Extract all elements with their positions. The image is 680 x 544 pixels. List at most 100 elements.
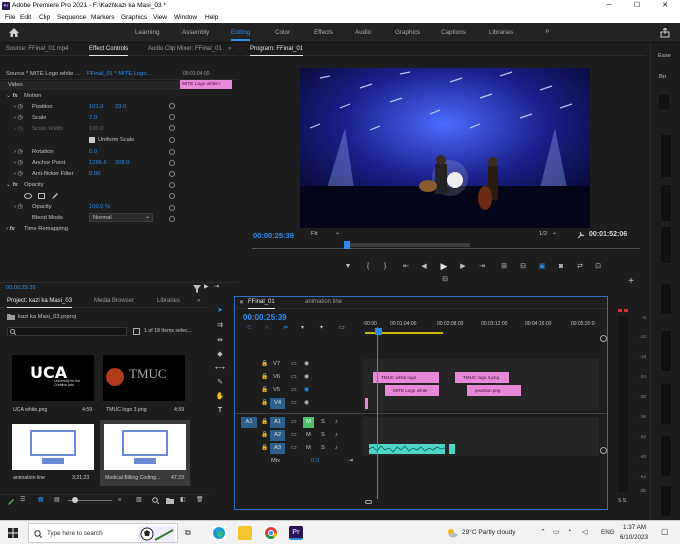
pen-tool-icon[interactable]: ✎ — [215, 378, 225, 388]
filter-icon[interactable] — [193, 285, 201, 293]
lock-icon[interactable]: 🔒 — [261, 387, 268, 393]
opacity-value[interactable]: 100.0 % — [89, 204, 110, 210]
workspace-color[interactable]: Color — [275, 29, 290, 36]
weather-text[interactable]: 29°C Partly cloudy — [462, 529, 516, 536]
tab-animation-line[interactable]: animation line — [305, 299, 342, 305]
blend-mode-select[interactable]: Normal ⌄ — [89, 213, 153, 222]
tab-media-browser[interactable]: Media Browser — [94, 298, 134, 304]
mark-out-icon[interactable]: } — [380, 262, 390, 272]
slider-thumb[interactable] — [72, 497, 78, 503]
new-search-bin-icon[interactable] — [133, 328, 140, 335]
horizontal-scrollbar[interactable] — [365, 499, 595, 504]
rotation-value[interactable]: 0.0 — [89, 149, 97, 155]
stopwatch-icon[interactable]: › ◷ — [14, 160, 23, 166]
solo-button[interactable]: S — [321, 419, 325, 425]
add-marker-icon[interactable]: ▼ — [343, 262, 353, 272]
tray-chevron-icon[interactable]: ⌃ — [540, 528, 546, 536]
essential-graphics-tab[interactable]: Esse — [658, 53, 671, 59]
reset-icon[interactable] — [169, 125, 175, 131]
insert-nest-icon[interactable]: ⊂ — [247, 325, 252, 331]
taskbar-search-box[interactable]: Type here to search — [28, 523, 178, 543]
lock-icon[interactable]: 🔒 — [261, 374, 268, 380]
workspace-effects[interactable]: Effects — [314, 29, 333, 36]
tab-source[interactable]: Source: FFinal_01.mp4 — [6, 46, 68, 52]
eye-icon[interactable]: ◉ — [304, 400, 309, 406]
lock-icon[interactable]: 🔒 — [261, 419, 268, 425]
home-icon[interactable] — [9, 28, 19, 37]
resolution-dropdown[interactable]: 1/2 ⌄ — [537, 230, 561, 239]
workspace-libraries[interactable]: Libraries — [489, 29, 513, 36]
pencil-icon[interactable] — [8, 498, 15, 505]
sync-lock-icon[interactable]: ▭ — [291, 400, 296, 406]
ripple-edit-tool-icon[interactable]: ⇹ — [215, 336, 225, 346]
reset-icon[interactable] — [169, 171, 175, 177]
timeline-timecode[interactable]: 00:00:25:39 — [243, 313, 287, 322]
new-bin-icon[interactable] — [166, 497, 174, 504]
go-to-out-icon[interactable]: ⇥ — [477, 262, 487, 272]
project-search-input[interactable] — [7, 327, 127, 336]
timeline-clip-small[interactable] — [365, 398, 368, 409]
project-item-thumbnail[interactable] — [104, 424, 186, 470]
tab-ffinal[interactable]: FFinal_01 — [248, 299, 275, 309]
eye-icon[interactable]: ◉ — [304, 374, 309, 380]
snap-icon[interactable]: ∩ — [265, 325, 269, 331]
uniform-scale-checkbox[interactable] — [89, 137, 95, 143]
selection-tool-icon[interactable]: ➤ — [215, 306, 225, 316]
sync-lock-icon[interactable]: ▭ — [291, 445, 296, 451]
tab-program[interactable]: Program: FFinal_01 — [250, 46, 304, 56]
mix-value[interactable]: 0.0 — [311, 458, 319, 464]
mute-button[interactable]: M — [306, 445, 311, 451]
safe-margins-icon[interactable]: ⊡ — [593, 262, 603, 272]
stopwatch-icon[interactable]: › ◷ — [14, 204, 23, 210]
reset-icon[interactable] — [169, 182, 175, 188]
timeline-clip[interactable]: TMUC white logo — [373, 372, 439, 383]
lift-icon[interactable]: ⊞ — [499, 262, 509, 272]
mic-icon[interactable]: ♪ — [335, 432, 338, 438]
stopwatch-icon[interactable]: › ◷ — [14, 171, 23, 177]
file-explorer-icon[interactable] — [238, 526, 252, 540]
search-icon[interactable] — [152, 497, 159, 504]
reset-icon[interactable] — [169, 193, 175, 199]
scale-value[interactable]: 7.0 — [89, 115, 97, 121]
motion-expand-icon[interactable]: ⌄ fx — [6, 93, 18, 99]
sync-lock-icon[interactable]: ▭ — [291, 361, 296, 367]
menu-file[interactable]: File — [5, 14, 15, 21]
ellipse-mask-icon[interactable] — [24, 193, 32, 199]
time-remap-expand-icon[interactable]: › fx — [6, 226, 15, 232]
close-button[interactable]: ✕ — [654, 0, 676, 12]
menu-clip[interactable]: Clip — [39, 14, 50, 21]
font-swatch[interactable] — [659, 95, 669, 109]
menu-sequence[interactable]: Sequence — [57, 14, 86, 21]
go-to-end-icon[interactable]: ⇥ — [348, 458, 353, 464]
task-view-icon[interactable]: ⧉ — [185, 528, 191, 538]
linked-selection-icon[interactable]: ⇌ — [283, 325, 288, 331]
menu-help[interactable]: Help — [205, 14, 218, 21]
wifi-icon[interactable]: ◔ — [567, 528, 571, 535]
opacity-expand-icon[interactable]: ⌄ fx — [6, 182, 18, 188]
step-forward-icon[interactable]: ▶ — [458, 262, 468, 272]
list-view-icon[interactable]: ☰ — [20, 497, 25, 503]
workspace-captions[interactable]: Captions — [441, 29, 466, 36]
timeline-ruler[interactable]: :00:00 00:01:04:00 00:02:08:00 00:03:12:… — [363, 317, 599, 337]
tab-project[interactable]: Project: kazi ka Masi_03 — [7, 298, 73, 308]
reset-icon[interactable] — [169, 160, 175, 166]
lock-icon[interactable]: 🔒 — [261, 361, 268, 367]
play-button[interactable]: ▶ — [439, 261, 449, 271]
mute-button[interactable]: M — [303, 417, 314, 428]
track-label[interactable]: A1 — [270, 417, 285, 428]
add-marker-icon[interactable]: ▾ — [301, 325, 304, 331]
ec-clip-bar[interactable]: MITE Logo white l — [180, 80, 232, 89]
clock-date[interactable]: 6/10/2023 — [620, 534, 648, 541]
razor-tool-icon[interactable]: ◆ — [215, 350, 225, 360]
edge-icon[interactable] — [212, 526, 226, 540]
playhead[interactable] — [344, 241, 350, 249]
lock-icon[interactable]: 🔒 — [261, 400, 268, 406]
project-item-thumbnail[interactable] — [12, 424, 94, 470]
play-icon[interactable]: ▶ — [204, 284, 208, 290]
premiere-taskbar-icon[interactable]: Pr — [289, 526, 303, 540]
maximize-button[interactable]: ☐ — [626, 0, 648, 12]
anchor-x-value[interactable]: 1296.5 — [89, 160, 107, 166]
chrome-icon[interactable] — [264, 526, 278, 540]
project-item-thumbnail[interactable]: UCA University for the Creative Arts — [12, 355, 94, 401]
position-y-value[interactable]: 23.0 — [115, 104, 126, 110]
